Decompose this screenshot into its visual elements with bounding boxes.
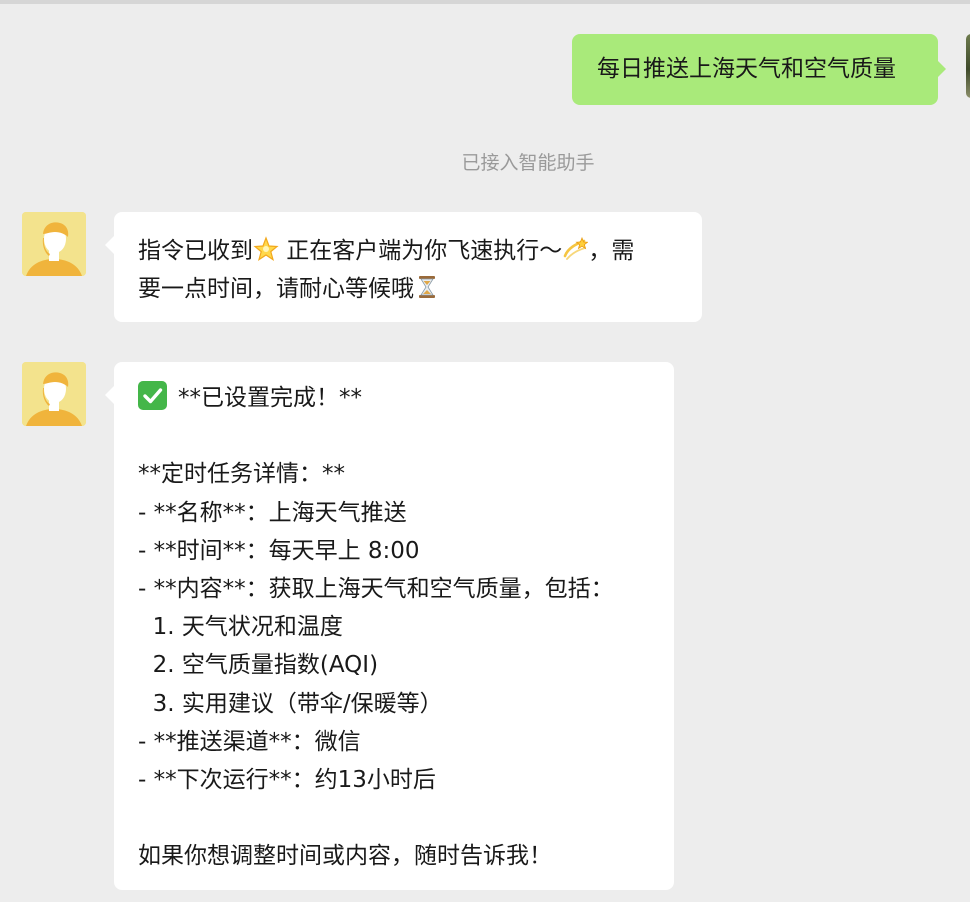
reply-1-text-a: 指令已收到 <box>138 238 253 264</box>
task-next-run-line: - **下次运行**：约13小时后 <box>138 766 436 793</box>
content-item-3: 3. 实用建议（带伞/保暖等） <box>138 690 443 717</box>
task-details-title: **定时任务详情：** <box>138 461 345 488</box>
outgoing-message-bubble[interactable]: 每日推送上海天气和空气质量 <box>572 34 946 105</box>
assistant-reply-bubble-1[interactable]: 指令已收到 正在客户端为你飞速执行～ ，需 要一点时间，请耐心等候哦 <box>105 212 702 322</box>
self-avatar[interactable] <box>966 34 970 98</box>
reply-2-header-line: **已设置完成！** <box>138 379 650 417</box>
content-item-1: 1. 天气状况和温度 <box>138 614 343 641</box>
reply-1-text-b: 正在客户端为你飞速执行～ <box>279 238 563 264</box>
task-time-line: - **时间**：每天早上 8:00 <box>138 537 420 564</box>
reply-1-line-1: 指令已收到 正在客户端为你飞速执行～ ，需 <box>138 232 678 270</box>
reply-1-text-d: 要一点时间，请耐心等候哦 <box>138 276 414 302</box>
window-top-border <box>0 0 970 4</box>
system-notice: 已接入智能助手 <box>461 152 595 174</box>
reply-1-text-c: ，需 <box>588 238 635 264</box>
hourglass-emoji-icon <box>414 274 440 300</box>
reply-1-line-2: 要一点时间，请耐心等候哦 <box>138 270 678 308</box>
glowing-star-emoji-icon <box>253 236 279 262</box>
check-mark-icon <box>138 381 167 410</box>
person-avatar-icon <box>22 362 86 426</box>
reply-2-header: **已设置完成！** <box>178 385 362 411</box>
assistant-avatar[interactable] <box>22 212 86 276</box>
person-avatar-icon <box>22 212 86 276</box>
outgoing-message-text: 每日推送上海天气和空气质量 <box>597 56 896 82</box>
content-item-2: 2. 空气质量指数(AQI) <box>138 652 379 679</box>
task-name-line: - **名称**：上海天气推送 <box>138 499 407 526</box>
dizzy-emoji-icon <box>562 236 589 262</box>
closing-line: 如果你想调整时间或内容，随时告诉我！ <box>138 843 552 870</box>
assistant-reply-bubble-2[interactable]: **已设置完成！** **定时任务详情：** - **名称**：上海天气推送 -… <box>105 362 674 890</box>
assistant-avatar[interactable] <box>22 362 86 426</box>
task-content-line: - **内容**：获取上海天气和空气质量，包括： <box>138 575 614 602</box>
task-channel-line: - **推送渠道**：微信 <box>138 728 361 755</box>
